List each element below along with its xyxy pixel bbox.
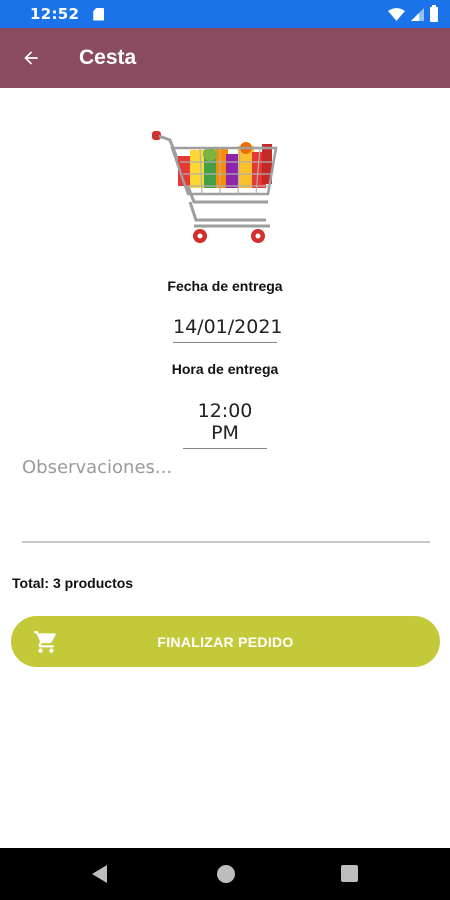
nav-home-icon[interactable]: [217, 865, 235, 883]
nav-recents-icon[interactable]: [341, 865, 358, 882]
delivery-time-label: Hora de entrega: [171, 361, 279, 377]
status-bar: 12:52: [0, 0, 450, 28]
notes-input[interactable]: Observaciones...: [22, 453, 430, 543]
notes-placeholder: Observaciones...: [22, 457, 173, 478]
wifi-icon: [388, 7, 405, 21]
signal-icon: [411, 7, 424, 21]
nav-back-icon[interactable]: [92, 865, 107, 883]
shopping-cart-icon: [34, 631, 56, 653]
status-time: 12:52: [30, 5, 80, 23]
delivery-time-field[interactable]: 12:00 PM: [183, 400, 267, 449]
status-icons: [388, 4, 438, 22]
battery-icon: [430, 4, 438, 22]
finalize-order-button[interactable]: FINALIZAR PEDIDO: [11, 616, 440, 667]
delivery-date-label: Fecha de entrega: [167, 278, 283, 294]
total-products: Total: 3 productos: [12, 575, 134, 591]
shopping-cart-image: [152, 131, 278, 243]
basket-screen: 12:52 Cesta Fecha de entrega 14/01/2021 …: [0, 0, 450, 900]
system-nav-bar: [0, 848, 450, 900]
delivery-date-field[interactable]: 14/01/2021: [173, 316, 283, 343]
sd-card-icon: [93, 7, 105, 21]
finalize-order-label: FINALIZAR PEDIDO: [157, 633, 294, 650]
app-bar: Cesta: [0, 28, 450, 88]
page-title: Cesta: [79, 46, 137, 69]
arrow-back-icon: [24, 51, 38, 65]
back-button[interactable]: [11, 38, 51, 78]
